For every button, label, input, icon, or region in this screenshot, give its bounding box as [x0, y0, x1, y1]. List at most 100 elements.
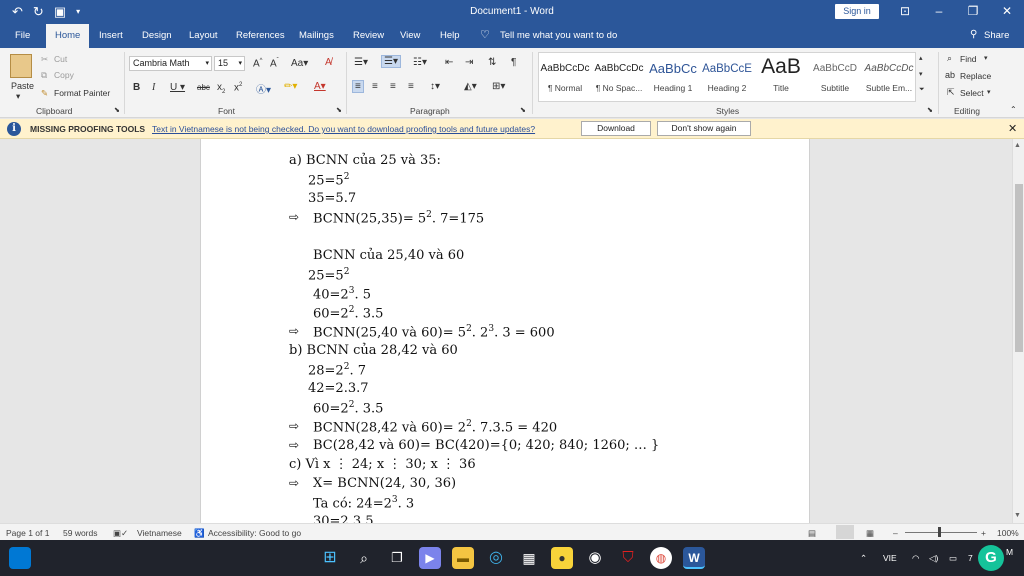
word-icon[interactable]: W	[683, 547, 705, 569]
clear-formatting-icon[interactable]: A̸	[325, 57, 332, 68]
underline-icon[interactable]: U ▾	[170, 82, 185, 93]
store-icon[interactable]: ▦	[518, 547, 540, 569]
chevron-down-icon[interactable]: ▾	[984, 54, 988, 62]
align-right-icon[interactable]: ≡	[390, 81, 396, 92]
font-launcher-icon[interactable]: ⬊	[336, 106, 342, 114]
clipboard-launcher-icon[interactable]: ⬊	[114, 106, 120, 114]
teams-chat-icon[interactable]: ▶	[419, 547, 441, 569]
minimize-button[interactable]: –	[922, 0, 956, 24]
scroll-thumb[interactable]	[1015, 184, 1023, 352]
close-button[interactable]: ✕	[990, 0, 1024, 24]
tab-file[interactable]: File	[15, 30, 30, 41]
tab-layout[interactable]: Layout	[189, 30, 218, 41]
subscript-icon[interactable]: x2	[217, 82, 225, 95]
bold-icon[interactable]: B	[133, 82, 140, 93]
borders-icon[interactable]: ⊞▾	[492, 81, 505, 92]
grammarly-icon[interactable]: G	[978, 545, 1004, 571]
word-count[interactable]: 59 words	[63, 528, 98, 538]
volume-icon[interactable]: ◁)	[929, 553, 938, 564]
select-button[interactable]: Select	[960, 88, 984, 98]
wifi-icon[interactable]: ◠	[912, 553, 919, 564]
info-message-link[interactable]: Text in Vietnamese is not being checked.…	[152, 124, 535, 134]
tab-help[interactable]: Help	[440, 30, 460, 41]
shading-icon[interactable]: ◭▾	[464, 81, 477, 92]
collapse-ribbon-icon[interactable]: ⌃	[1010, 105, 1017, 114]
download-button[interactable]: Download	[581, 121, 651, 136]
tab-mailings[interactable]: Mailings	[299, 30, 334, 41]
tab-review[interactable]: Review	[353, 30, 384, 41]
style-normal[interactable]: AaBbCcDc ¶ Normal	[538, 56, 592, 104]
windows-start-icon[interactable]: ⊞	[319, 547, 341, 569]
paste-button[interactable]: Paste	[11, 81, 34, 91]
sort-icon[interactable]: ⇅	[488, 57, 496, 68]
edge-icon[interactable]: ◎	[485, 547, 507, 569]
page-count[interactable]: Page 1 of 1	[6, 528, 49, 538]
tab-design[interactable]: Design	[142, 30, 172, 41]
web-layout-icon[interactable]: ▦	[866, 528, 874, 539]
styles-scroll-down-icon[interactable]: ▾	[919, 70, 923, 78]
align-left-icon[interactable]: ≡	[352, 80, 364, 93]
chevron-up-icon[interactable]: ⌃	[860, 553, 867, 564]
strikethrough-icon[interactable]: abc	[197, 83, 210, 92]
sticky-app-icon[interactable]: ●	[551, 547, 573, 569]
tab-references[interactable]: References	[236, 30, 285, 41]
style-subtle-emphasis[interactable]: AaBbCcDc Subtle Em...	[862, 56, 916, 104]
bullets-icon[interactable]: ☰▾	[354, 57, 368, 68]
style-heading-2[interactable]: AaBbCcE Heading 2	[700, 56, 754, 104]
zoom-level[interactable]: 100%	[997, 528, 1019, 538]
accessibility-status[interactable]: Accessibility: Good to go	[208, 528, 301, 538]
tell-me-search[interactable]: Tell me what you want to do	[500, 30, 617, 41]
font-color-icon[interactable]: A▾	[314, 81, 326, 92]
grow-font-icon[interactable]: A^	[253, 58, 263, 69]
document-page[interactable]: a) BCNN của 25 và 35: 25=52 35=5.7 ⇨ BCN…	[200, 139, 810, 523]
italic-icon[interactable]: I	[152, 82, 155, 93]
search-icon[interactable]: ⌕	[353, 547, 375, 569]
file-explorer-icon[interactable]: ▬	[452, 547, 474, 569]
format-painter-button[interactable]: Format Painter	[54, 88, 110, 98]
dont-show-again-button[interactable]: Don't show again	[657, 121, 751, 136]
task-view-icon[interactable]: ❐	[386, 547, 408, 569]
styles-launcher-icon[interactable]: ⬊	[927, 106, 933, 114]
paragraph-launcher-icon[interactable]: ⬊	[520, 106, 526, 114]
cut-button[interactable]: Cut	[54, 54, 67, 64]
proofing-icon[interactable]: ▣✓	[113, 528, 128, 539]
tab-view[interactable]: View	[400, 30, 420, 41]
restore-button[interactable]: ❐	[956, 0, 990, 24]
find-button[interactable]: Find	[960, 54, 977, 64]
language-indicator[interactable]: Vietnamese	[137, 528, 182, 538]
share-button[interactable]: Share	[984, 30, 1009, 41]
github-icon[interactable]: ◉	[584, 547, 606, 569]
tab-home[interactable]: Home	[46, 24, 90, 48]
styles-scroll-up-icon[interactable]: ▴	[919, 54, 923, 62]
multilevel-list-icon[interactable]: ☷▾	[413, 57, 427, 68]
shrink-font-icon[interactable]: Aˇ	[270, 58, 279, 69]
copy-button[interactable]: Copy	[54, 70, 74, 80]
close-icon[interactable]: ✕	[1008, 122, 1017, 135]
chevron-down-icon[interactable]: ▾	[987, 88, 991, 96]
paste-icon[interactable]	[10, 54, 32, 78]
style-subtitle[interactable]: AaBbCcD Subtitle	[808, 56, 862, 104]
print-layout-icon[interactable]	[836, 525, 854, 539]
mcafee-icon[interactable]: ⛉	[617, 547, 639, 569]
read-mode-icon[interactable]: ▤	[808, 528, 816, 539]
highlight-icon[interactable]: ✏▾	[284, 81, 297, 92]
show-marks-icon[interactable]: ¶	[511, 57, 516, 68]
text-effects-icon[interactable]: Ⓐ▾	[256, 81, 271, 96]
style-title[interactable]: AaB Title	[754, 56, 808, 104]
zoom-slider-handle[interactable]	[938, 527, 941, 537]
decrease-indent-icon[interactable]: ⇤	[445, 57, 453, 68]
clock-time[interactable]: 7	[968, 553, 973, 563]
style-heading-1[interactable]: AaBbCc Heading 1	[646, 56, 700, 104]
justify-icon[interactable]: ≡	[408, 81, 414, 92]
tab-insert[interactable]: Insert	[99, 30, 123, 41]
chrome-icon[interactable]: ◍	[650, 547, 672, 569]
ribbon-display-icon[interactable]: ⊡	[888, 0, 922, 24]
input-language[interactable]: VIE	[883, 553, 897, 563]
sign-in-button[interactable]: Sign in	[835, 4, 879, 19]
paste-dropdown-icon[interactable]: ▾	[16, 91, 20, 102]
zoom-in-icon[interactable]: +	[981, 528, 986, 538]
zoom-out-icon[interactable]: –	[893, 528, 898, 538]
font-size-box[interactable]: 15 ▾	[214, 56, 245, 71]
scroll-up-icon[interactable]: ▲	[1014, 142, 1021, 149]
scroll-down-icon[interactable]: ▼	[1014, 512, 1021, 519]
